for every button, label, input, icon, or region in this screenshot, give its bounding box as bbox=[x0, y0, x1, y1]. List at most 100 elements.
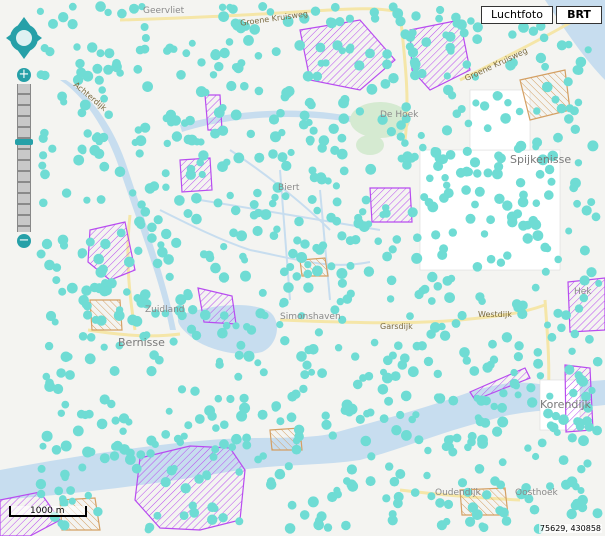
tree-dot bbox=[502, 200, 513, 211]
tree-dot bbox=[53, 383, 64, 395]
tree-dot bbox=[96, 418, 108, 430]
tree-dot bbox=[536, 372, 545, 380]
brt-layer-button[interactable]: BRT bbox=[556, 6, 602, 24]
tree-dot bbox=[239, 393, 249, 403]
tree-dot bbox=[492, 91, 503, 101]
tree-dot bbox=[307, 496, 319, 508]
tree-dot bbox=[254, 359, 262, 367]
tree-dot bbox=[98, 264, 108, 275]
pan-down-icon[interactable] bbox=[16, 48, 32, 59]
tree-dot bbox=[393, 498, 403, 509]
tree-dot bbox=[200, 309, 211, 321]
tree-dot bbox=[133, 294, 142, 303]
map-canvas[interactable]: Geervliet De Hoek Spijkenisse Biert Simo… bbox=[0, 0, 605, 536]
tree-dot bbox=[177, 385, 187, 394]
tree-dot bbox=[451, 319, 461, 328]
tree-dot bbox=[188, 39, 196, 47]
tree-dot bbox=[384, 396, 394, 406]
tree-dot bbox=[483, 168, 493, 178]
tree-dot bbox=[386, 127, 396, 137]
tree-dot bbox=[161, 169, 170, 178]
tree-dot bbox=[412, 341, 422, 351]
tree-dot bbox=[448, 228, 457, 237]
tree-dot bbox=[225, 38, 234, 46]
tree-dot bbox=[479, 395, 488, 405]
tree-dot bbox=[514, 391, 522, 399]
tree-dot bbox=[39, 151, 48, 160]
tree-dot bbox=[539, 33, 549, 43]
tree-dot bbox=[469, 366, 480, 376]
tree-dot bbox=[36, 70, 46, 80]
tree-dot bbox=[321, 411, 330, 420]
tree-dot bbox=[444, 292, 455, 303]
tree-dot bbox=[565, 227, 573, 235]
tree-dot bbox=[532, 452, 540, 461]
tree-dot bbox=[67, 19, 78, 30]
pan-up-icon[interactable] bbox=[16, 17, 32, 28]
tree-dot bbox=[310, 6, 321, 16]
tree-dot bbox=[271, 401, 282, 411]
tree-dot bbox=[183, 134, 194, 145]
tree-dot bbox=[218, 513, 228, 523]
tree-dot bbox=[564, 114, 574, 124]
tree-dot bbox=[226, 191, 234, 200]
tree-dot bbox=[359, 374, 367, 382]
tree-dot bbox=[123, 288, 131, 296]
tree-dot bbox=[147, 222, 157, 233]
tree-dot bbox=[152, 258, 163, 269]
tree-dot bbox=[174, 195, 185, 206]
zoom-out-button[interactable]: − bbox=[17, 234, 31, 248]
tree-dot bbox=[141, 34, 150, 42]
tree-dot bbox=[68, 497, 76, 505]
tree-dot bbox=[184, 421, 193, 430]
tree-dot bbox=[576, 418, 584, 426]
tree-dot bbox=[111, 416, 120, 425]
tree-dot bbox=[569, 183, 579, 193]
tree-dot bbox=[60, 440, 72, 452]
tree-dot bbox=[170, 464, 178, 472]
tree-dot bbox=[365, 163, 377, 175]
tree-dot bbox=[81, 285, 92, 296]
tree-dot bbox=[124, 454, 136, 465]
tree-dot bbox=[96, 315, 107, 326]
tree-dot bbox=[220, 311, 229, 320]
tree-dot bbox=[464, 167, 473, 177]
tree-dot bbox=[84, 353, 96, 365]
tree-dot bbox=[40, 169, 50, 180]
tree-dot bbox=[83, 129, 92, 138]
zoom-slider-track[interactable] bbox=[17, 84, 31, 232]
place-label-de-hoek: De Hoek bbox=[380, 110, 419, 120]
tree-dot bbox=[388, 73, 399, 84]
tree-dot bbox=[474, 464, 485, 474]
tree-dot bbox=[333, 490, 342, 499]
zoom-slider-handle[interactable] bbox=[15, 139, 33, 145]
coordinate-readout: 75629, 430858 bbox=[538, 524, 602, 533]
tree-dot bbox=[578, 435, 589, 447]
zoom-in-button[interactable]: + bbox=[17, 68, 31, 82]
tree-dot bbox=[338, 97, 349, 109]
tree-dot bbox=[226, 394, 235, 404]
tree-dot bbox=[411, 252, 423, 264]
tree-dot bbox=[226, 3, 234, 11]
tree-dot bbox=[366, 83, 378, 95]
tree-dot bbox=[202, 470, 212, 480]
tree-dot bbox=[287, 148, 295, 157]
tree-dot bbox=[44, 341, 54, 351]
tree-dot bbox=[219, 439, 229, 450]
tree-dot bbox=[318, 135, 330, 146]
pan-control[interactable] bbox=[5, 16, 43, 60]
aerial-layer-button[interactable]: Luchtfoto bbox=[481, 6, 553, 24]
tree-dot bbox=[346, 464, 357, 475]
tree-dot bbox=[153, 511, 162, 520]
tree-dot bbox=[581, 205, 592, 216]
tree-dot bbox=[441, 125, 453, 136]
tree-dot bbox=[595, 279, 603, 287]
tree-dot bbox=[489, 355, 499, 364]
tree-dot bbox=[58, 12, 69, 23]
tree-dot bbox=[509, 378, 520, 389]
tree-dot bbox=[410, 59, 421, 70]
tree-dot bbox=[65, 353, 73, 361]
tree-dot bbox=[535, 52, 547, 64]
tree-dot bbox=[436, 5, 445, 15]
place-label-geervliet: Geervliet bbox=[143, 6, 185, 16]
